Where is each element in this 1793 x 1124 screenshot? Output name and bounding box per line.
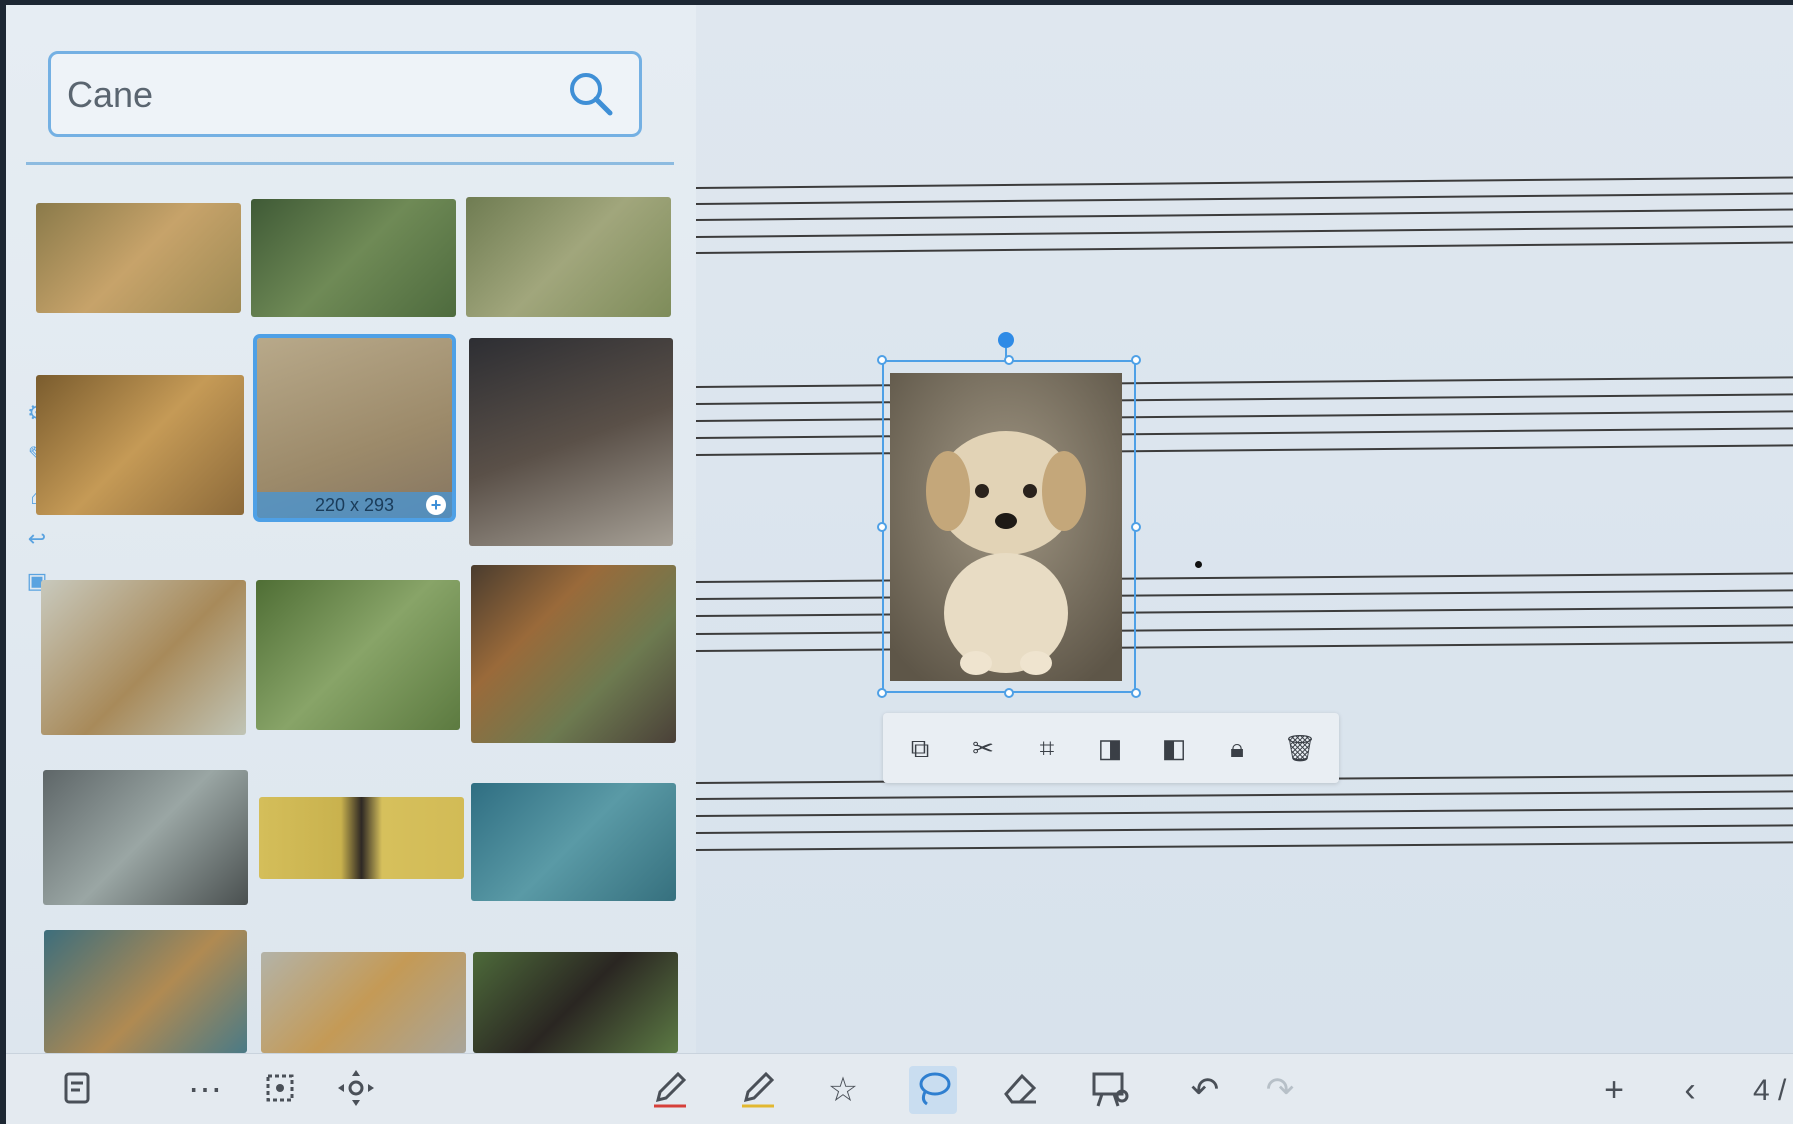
resize-handle-bottom-right[interactable] [1131, 688, 1141, 698]
highlighter-icon[interactable] [734, 1066, 782, 1114]
staff-line [695, 589, 1793, 600]
send-backward-icon[interactable]: ◧ [1154, 728, 1194, 768]
image-result[interactable] [466, 197, 671, 317]
image-result[interactable] [41, 580, 246, 735]
shapes-star-icon[interactable]: ☆ [819, 1066, 867, 1114]
staff-line [695, 225, 1793, 238]
staff-line [695, 572, 1793, 583]
copy-icon[interactable]: ⧉ [900, 728, 940, 768]
pen-icon[interactable] [646, 1066, 694, 1114]
delete-icon[interactable]: 🗑︎ [1280, 728, 1320, 768]
page-indicator: 4 / [1753, 1074, 1787, 1107]
staff-line [695, 192, 1793, 205]
image-result[interactable] [251, 199, 456, 317]
image-selection-frame[interactable] [882, 360, 1136, 693]
move-icon[interactable] [332, 1066, 380, 1114]
staff-line [695, 790, 1793, 800]
add-page-icon[interactable]: + [1590, 1066, 1638, 1114]
staff-line [695, 410, 1793, 422]
image-result[interactable] [469, 338, 673, 546]
rotate-handle[interactable] [998, 332, 1014, 348]
image-results-grid: 220 x 293 + [31, 195, 681, 1053]
resize-handle-bottom[interactable] [1004, 688, 1014, 698]
eraser-icon[interactable] [996, 1066, 1044, 1114]
staff-line [695, 176, 1793, 189]
staff-line [695, 444, 1793, 456]
search-icon[interactable] [565, 68, 617, 120]
search-input[interactable] [65, 68, 549, 122]
image-result[interactable] [473, 952, 678, 1053]
image-result-collage[interactable] [471, 565, 676, 743]
staff-line [695, 376, 1793, 388]
image-result[interactable] [36, 203, 241, 313]
resize-handle-top-right[interactable] [1131, 355, 1141, 365]
staff-line [695, 624, 1793, 635]
staff-line [695, 807, 1793, 817]
image-result[interactable] [259, 797, 464, 879]
staff-line [695, 208, 1793, 221]
staff-line [695, 393, 1793, 405]
search-box[interactable] [48, 51, 642, 137]
select-area-icon[interactable] [256, 1066, 304, 1114]
image-result[interactable] [44, 930, 247, 1053]
redo-icon[interactable]: ↷ [1256, 1066, 1304, 1114]
resize-handle-left[interactable] [877, 522, 887, 532]
search-divider [26, 162, 674, 165]
resize-handle-top-left[interactable] [877, 355, 887, 365]
cut-icon[interactable]: ✂ [963, 728, 1003, 768]
bottom-toolbar: ⋯ ☆ ↶ ↷ + ‹ 4 / [6, 1053, 1793, 1124]
image-result[interactable] [471, 783, 676, 901]
image-search-panel: ⚙ ✎ ⌂ ↩ ▣ 220 x 293 + [6, 5, 696, 1053]
resize-handle-top[interactable] [1004, 355, 1014, 365]
lock-icon[interactable]: 🔒︎ [1217, 728, 1257, 768]
prev-page-icon[interactable]: ‹ [1666, 1066, 1714, 1114]
image-result[interactable] [261, 952, 466, 1053]
staff-line [695, 241, 1793, 254]
whiteboard-canvas[interactable] [695, 5, 1793, 1053]
staff-line [695, 641, 1793, 652]
bring-forward-icon[interactable]: ◨ [1090, 728, 1130, 768]
more-icon[interactable]: ⋯ [181, 1066, 229, 1114]
crop-icon[interactable]: ⌗ [1027, 728, 1067, 768]
screen: ⚙ ✎ ⌂ ↩ ▣ 220 x 293 + [6, 5, 1793, 1124]
resize-handle-right[interactable] [1131, 522, 1141, 532]
ink-dot [1195, 561, 1202, 568]
staff-line [695, 427, 1793, 439]
image-result[interactable] [256, 580, 460, 730]
image-result[interactable] [43, 770, 248, 905]
present-icon[interactable] [1086, 1066, 1134, 1114]
lasso-icon[interactable] [909, 1066, 957, 1114]
staff-line [695, 606, 1793, 617]
image-result-selected[interactable]: 220 x 293 + [253, 334, 456, 522]
resize-handle-bottom-left[interactable] [877, 688, 887, 698]
undo-icon[interactable]: ↶ [1181, 1066, 1229, 1114]
notes-icon[interactable] [54, 1066, 102, 1114]
staff-line [695, 824, 1793, 834]
staff-line [695, 841, 1793, 851]
image-context-toolbar: ⧉ ✂ ⌗ ◨ ◧ 🔒︎ 🗑︎ [883, 713, 1339, 783]
image-size-label: 220 x 293 [257, 492, 452, 518]
add-image-icon[interactable]: + [426, 495, 446, 515]
image-result[interactable] [36, 375, 244, 515]
